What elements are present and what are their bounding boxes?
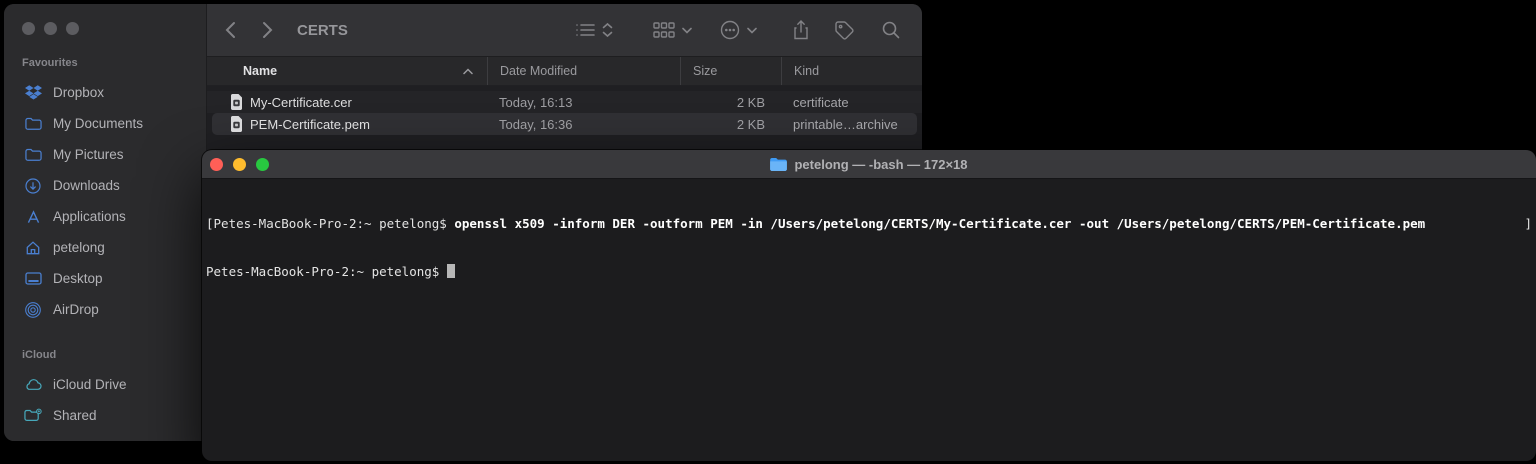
desktop: Favourites Dropbox My Documents My Pictu… [0,0,1536,464]
sidebar-item-label: Downloads [53,178,120,193]
sidebar-item-my-pictures[interactable]: My Pictures [22,139,206,170]
group-by-control[interactable] [653,22,692,38]
ellipsis-circle-icon [720,20,740,40]
dropbox-icon [22,85,44,100]
zoom-button[interactable] [256,157,269,171]
terminal-window: petelong — -bash — 172×18 [Petes-MacBook… [202,150,1536,461]
sidebar-item-label: My Pictures [53,147,124,162]
file-name: My-Certificate.cer [250,94,352,110]
file-kind: certificate [793,94,849,110]
close-button[interactable] [210,157,223,171]
chevron-down-icon [747,27,757,34]
share-button[interactable] [793,20,809,40]
sidebar-item-label: iCloud Drive [53,377,127,392]
bracket-open: [ [206,216,214,231]
shell-prompt: Petes-MacBook-Pro-2:~ petelong$ [213,216,455,231]
terminal-titlebar[interactable]: petelong — -bash — 172×18 [202,150,1536,179]
sidebar-item-desktop[interactable]: Desktop [22,263,206,294]
terminal-line-1: [Petes-MacBook-Pro-2:~ petelong$ openssl… [206,216,1532,232]
download-circle-icon [22,177,44,194]
icloud-icon [22,378,44,391]
file-kind: printable…archive [793,116,898,132]
certificate-file-icon [230,116,243,132]
terminal-title: petelong — -bash — 172×18 [794,156,968,172]
sidebar-item-airdrop[interactable]: AirDrop [22,294,206,325]
sidebar-item-label: Shared [53,408,97,423]
folder-icon [22,148,44,162]
shared-folder-icon [22,408,44,423]
sidebar-item-label: petelong [53,240,105,255]
sidebar-item-petelong[interactable]: petelong [22,232,206,263]
list-view-icon [576,23,595,37]
terminal-cursor [446,264,455,278]
sidebar-item-label: My Documents [53,116,144,131]
tag-icon[interactable] [835,20,854,40]
sidebar-item-applications[interactable]: Applications [22,201,206,232]
folder-proxy-icon [770,157,788,171]
applications-icon [22,209,44,224]
close-button[interactable] [22,22,35,35]
terminal-line-2: Petes-MacBook-Pro-2:~ petelong$ [206,264,1532,280]
file-size: 2 KB [736,94,765,110]
minimize-button[interactable] [233,157,246,171]
group-grid-icon [653,22,675,38]
terminal-content[interactable]: [Petes-MacBook-Pro-2:~ petelong$ openssl… [202,179,1536,312]
bracket-close: ] [1524,216,1532,231]
sidebar-item-label: AirDrop [53,302,99,317]
column-header-name[interactable]: Name [207,57,487,85]
search-icon[interactable] [882,21,900,39]
sidebar-item-dropbox[interactable]: Dropbox [22,77,206,108]
back-button[interactable] [225,21,236,39]
sidebar-item-label: Applications [53,209,126,224]
airdrop-icon [22,301,44,318]
column-header-size[interactable]: Size [680,57,781,85]
shell-prompt: Petes-MacBook-Pro-2:~ petelong$ [206,264,447,279]
sidebar-item-icloud-drive[interactable]: iCloud Drive [22,369,206,400]
file-name: PEM-Certificate.pem [250,116,370,132]
terminal-traffic-lights [210,157,269,171]
column-header-date-modified[interactable]: Date Modified [487,57,680,85]
window-title: CERTS [297,21,348,39]
sort-ascending-icon [463,67,473,75]
home-icon [22,240,44,255]
column-header-kind[interactable]: Kind [781,57,922,85]
sidebar-item-shared[interactable]: Shared [22,400,206,431]
updown-chevron-icon [602,22,613,38]
file-date-modified: Today, 16:13 [499,94,573,110]
sidebar-item-downloads[interactable]: Downloads [22,170,206,201]
chevron-down-icon [682,27,692,34]
table-row[interactable]: PEM-Certificate.pem Today, 16:36 2 KB pr… [207,113,922,135]
finder-toolbar: CERTS [207,4,922,57]
table-row[interactable]: My-Certificate.cer Today, 16:13 2 KB cer… [207,91,922,113]
sidebar-item-label: Desktop [53,271,103,286]
view-mode-control[interactable] [576,22,613,38]
desktop-icon [22,272,44,285]
zoom-button[interactable] [66,22,79,35]
sidebar-item-label: Dropbox [53,85,105,100]
sidebar-item-my-documents[interactable]: My Documents [22,108,206,139]
minimize-button[interactable] [44,22,57,35]
folder-icon [22,117,44,131]
forward-button[interactable] [262,21,273,39]
certificate-file-icon [230,94,243,110]
sidebar-section-favourites: Favourites [22,57,78,69]
list-column-headers: Name Date Modified Size Kind [207,57,922,86]
sidebar-section-icloud: iCloud [22,349,57,361]
finder-sidebar: Favourites Dropbox My Documents My Pictu… [4,4,207,441]
file-date-modified: Today, 16:36 [499,116,573,132]
finder-traffic-lights [22,22,206,35]
file-size: 2 KB [736,116,765,132]
shell-command: openssl x509 -inform DER -outform PEM -i… [454,216,1426,231]
more-actions-control[interactable] [720,20,757,40]
